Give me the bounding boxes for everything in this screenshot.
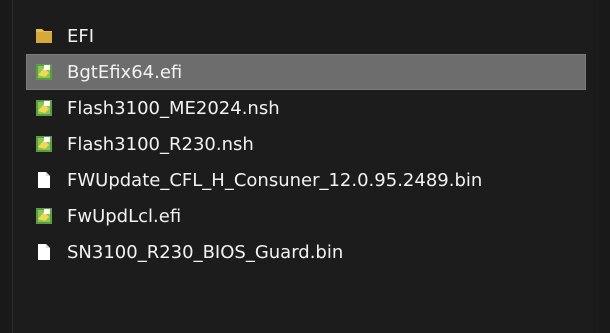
file-name: SN3100_R230_BIOS_Guard.bin — [67, 241, 344, 263]
file-item-fwupdate-bin[interactable]: FWUpdate_CFL_H_Consuner_12.0.95.2489.bin — [26, 162, 586, 198]
file-item-bgtefix64[interactable]: BgtEfix64.efi — [26, 54, 586, 90]
efi-file-icon — [33, 133, 55, 155]
folder-icon — [33, 25, 55, 47]
generic-file-icon — [33, 169, 55, 191]
file-name: FWUpdate_CFL_H_Consuner_12.0.95.2489.bin — [67, 169, 483, 191]
file-name: EFI — [67, 25, 95, 47]
file-item-fwupdlcl[interactable]: FwUpdLcl.efi — [26, 198, 586, 234]
file-name: FwUpdLcl.efi — [67, 205, 182, 227]
file-explorer-pane: EFI BgtEfix64.efi Flash3100_ME2024.nsh F… — [12, 0, 599, 333]
efi-file-icon — [33, 61, 55, 83]
file-name: Flash3100_R230.nsh — [67, 133, 254, 155]
file-item-flash3100-me2024[interactable]: Flash3100_ME2024.nsh — [26, 90, 586, 126]
file-name: Flash3100_ME2024.nsh — [67, 97, 280, 119]
efi-file-icon — [33, 97, 55, 119]
file-name: BgtEfix64.efi — [67, 61, 183, 83]
file-list: EFI BgtEfix64.efi Flash3100_ME2024.nsh F… — [26, 18, 586, 270]
file-item-sn3100-bios-guard[interactable]: SN3100_R230_BIOS_Guard.bin — [26, 234, 586, 270]
file-item-efi-folder[interactable]: EFI — [26, 18, 586, 54]
efi-file-icon — [33, 205, 55, 227]
file-item-flash3100-r230[interactable]: Flash3100_R230.nsh — [26, 126, 586, 162]
generic-file-icon — [33, 241, 55, 263]
